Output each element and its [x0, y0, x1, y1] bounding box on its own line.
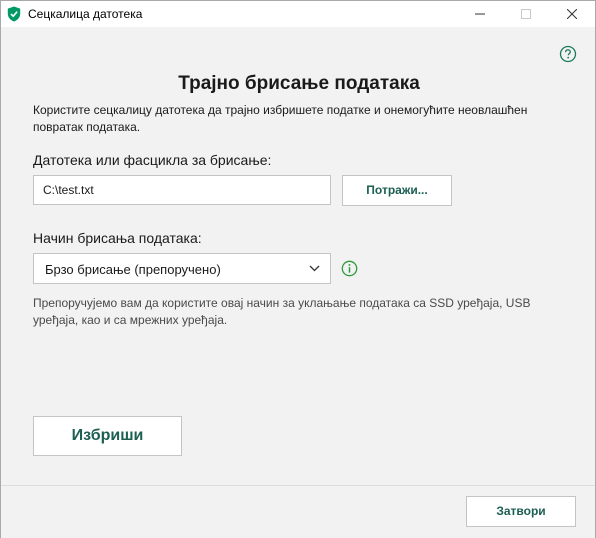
close-window-button[interactable]	[549, 1, 595, 27]
description-text: Користите сецкалицу датотека да трајно и…	[33, 103, 528, 134]
window-title: Сецкалица датотека	[28, 7, 143, 21]
method-hint-text: Препоручујемо вам да користите овај начи…	[33, 296, 531, 327]
browse-button[interactable]: Потражи...	[342, 175, 452, 206]
close-icon	[567, 9, 577, 19]
maximize-button[interactable]	[503, 1, 549, 27]
footer-bar: Затвори	[1, 485, 595, 538]
question-circle-icon[interactable]	[559, 45, 577, 63]
info-circle-icon[interactable]	[341, 260, 358, 277]
title-bar[interactable]: Сецкалица датотека	[1, 1, 595, 27]
close-button[interactable]: Затвори	[466, 496, 576, 527]
minimize-button[interactable]	[457, 1, 503, 27]
deletion-method-select[interactable]: Брзо брисање (препоручено)	[33, 253, 331, 284]
page-title: Трајно брисање података	[178, 73, 420, 94]
minimize-icon	[475, 13, 485, 15]
deletion-method-value: Брзо брисање (препоручено)	[45, 262, 221, 277]
maximize-icon	[521, 9, 531, 19]
chevron-down-icon	[309, 265, 320, 272]
path-label: Датотека или фасцикла за брисање:	[33, 152, 272, 168]
shredder-window: Сецкалица датотека Трајно брисање подата…	[0, 0, 596, 538]
path-input[interactable]	[33, 175, 331, 205]
delete-button[interactable]: Избриши	[33, 416, 182, 456]
shield-check-icon	[7, 6, 21, 22]
method-label: Начин брисања података:	[33, 230, 202, 246]
